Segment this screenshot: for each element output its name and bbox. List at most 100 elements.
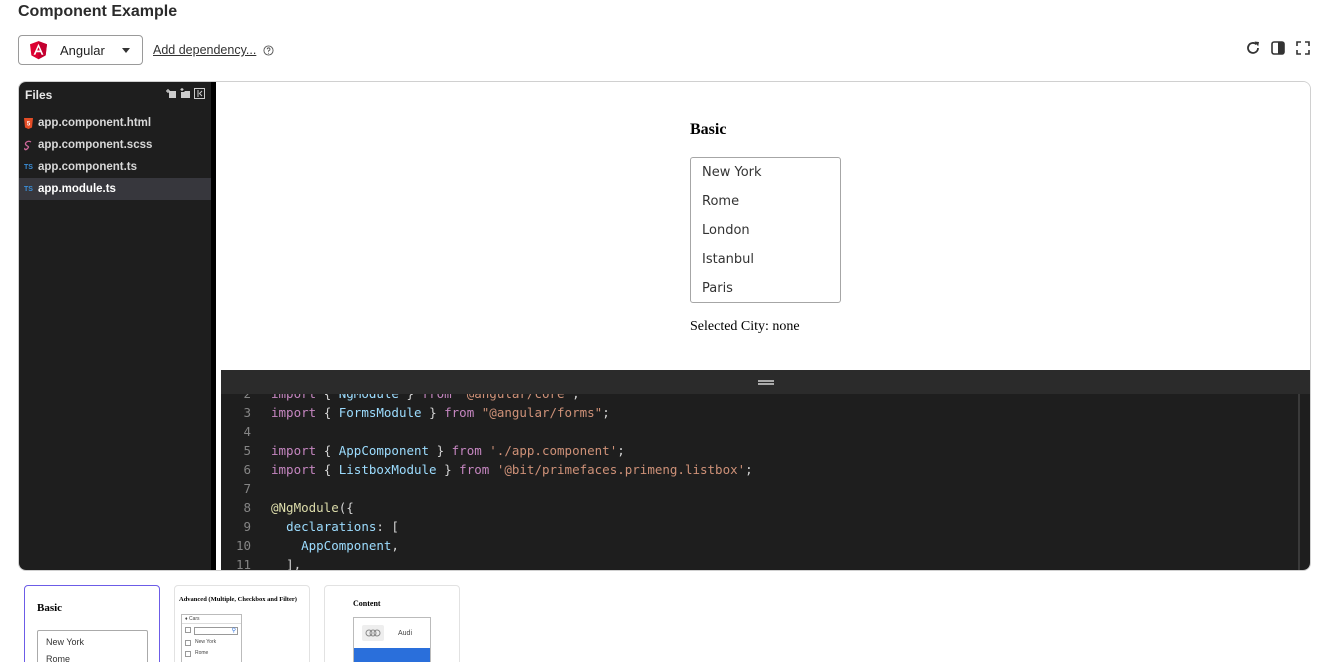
line-number: 6 (243, 462, 251, 477)
preview-title: Basic (690, 121, 727, 138)
line-number: 8 (243, 500, 251, 515)
line-content: import { AppComponent } from './app.comp… (271, 443, 625, 458)
sandbox-editor: Files 5 app.component.html app.component… (18, 81, 1311, 571)
refresh-icon[interactable] (1245, 40, 1261, 56)
file-item[interactable]: TS app.component.ts (19, 156, 211, 178)
code-line: 5 import { AppComponent } from './app.com… (221, 441, 1310, 460)
thumb-filter: ⚲ (194, 627, 238, 635)
new-folder-icon[interactable] (180, 88, 191, 99)
editor-scrollbar[interactable] (1298, 394, 1300, 570)
line-content (251, 422, 271, 441)
listbox-option[interactable]: New York (691, 161, 840, 190)
line-number: 5 (243, 443, 251, 458)
file-list: 5 app.component.html app.component.scss … (19, 112, 211, 200)
resize-handle[interactable] (221, 370, 1310, 394)
code-line: 9 declarations: [ (221, 517, 1310, 536)
example-thumb-advanced[interactable]: Advanced (Multiple, Checkbox and Filter)… (174, 585, 310, 662)
line-content: AppComponent, (301, 538, 399, 553)
code-line: 6 import { ListboxModule } from '@bit/pri… (221, 460, 1310, 479)
code-line: 3 import { FormsModule } from "@angular/f… (221, 403, 1310, 422)
line-content (251, 479, 271, 498)
example-thumb-content[interactable]: Content Audi (324, 585, 460, 662)
thumb-item: Audi (354, 618, 430, 648)
help-icon[interactable] (263, 45, 274, 56)
drag-grip-icon (757, 380, 774, 385)
sass-icon (24, 140, 32, 150)
line-content: import { ListboxModule } from '@bit/prim… (271, 462, 753, 477)
thumb-item-label: Audi (398, 629, 413, 637)
chevron-down-icon (122, 48, 130, 53)
thumb-filter-row: ⚲ (182, 624, 241, 637)
thumb-item: Rome (182, 648, 241, 659)
checkbox-icon (185, 639, 191, 646)
files-header-label: Files (25, 88, 53, 102)
thumb-item: New York (46, 637, 85, 647)
checkbox-icon (185, 650, 191, 657)
framework-label: Angular (60, 42, 105, 58)
file-name: app.component.scss (38, 139, 153, 151)
files-panel: Files 5 app.component.html app.component… (19, 82, 216, 570)
audi-logo-icon (362, 625, 384, 641)
example-thumbnails: Basic New York Rome Advanced (Multiple, … (24, 585, 460, 662)
file-item-active[interactable]: TS app.module.ts (19, 178, 211, 200)
line-number: 2 (221, 394, 251, 403)
fullscreen-icon[interactable] (1295, 40, 1311, 56)
city-listbox[interactable]: New York Rome London Istanbul Paris (690, 157, 841, 303)
listbox-option[interactable]: Istanbul (691, 248, 840, 277)
thumb-listbox: New York Rome (37, 630, 148, 662)
thumb-title: Content (353, 599, 381, 608)
angular-icon (30, 40, 47, 59)
page-title: Component Example (18, 3, 178, 20)
typescript-icon: TS (24, 185, 33, 193)
thumb-title: Advanced (Multiple, Checkbox and Filter) (179, 596, 297, 603)
thumb-group-label: Cars (188, 616, 200, 622)
line-number: 11 (235, 557, 251, 570)
line-content: @NgModule({ (271, 500, 354, 515)
listbox-option[interactable]: Rome (691, 190, 840, 219)
preview-pane: Basic New York Rome London Istanbul Pari… (221, 82, 1310, 370)
line-content: import { NgModule } from '@angular/core'… (251, 394, 580, 403)
thumb-listbox: Audi (353, 617, 431, 662)
thumb-item-label: New York (195, 639, 217, 645)
collapse-panel-icon[interactable] (194, 88, 205, 99)
line-content: import { FormsModule } from "@angular/fo… (271, 405, 610, 420)
file-name: app.component.ts (38, 161, 138, 173)
thumb-title: Basic (37, 602, 63, 614)
file-name: app.module.ts (38, 183, 116, 195)
add-dependency-link[interactable]: Add dependency... (153, 43, 256, 57)
code-line: 4 (221, 422, 1310, 441)
code-line: 7 (221, 479, 1310, 498)
thumb-group: ♦ Cars (182, 615, 241, 624)
search-icon: ⚲ (231, 628, 236, 634)
code-line: 10 AppComponent, (221, 536, 1310, 555)
file-item[interactable]: app.component.scss (19, 134, 211, 156)
thumb-item-selected (354, 648, 430, 662)
thumb-listbox: ♦ Cars ⚲ New York Rome (181, 614, 242, 662)
code-editor[interactable]: 2import { NgModule } from '@angular/core… (221, 394, 1310, 570)
line-number: 4 (243, 424, 251, 439)
code-lines: 2import { NgModule } from '@angular/core… (221, 394, 1310, 570)
line-content: ], (286, 557, 302, 570)
file-item[interactable]: 5 app.component.html (19, 112, 211, 134)
listbox-option[interactable]: Paris (691, 277, 840, 306)
thumb-item: Rome (46, 654, 71, 662)
car-icon: ♦ (185, 616, 188, 622)
html5-icon: 5 (24, 117, 33, 129)
typescript-icon: TS (24, 163, 33, 171)
line-number: 7 (243, 481, 251, 496)
code-line: 11 ], (221, 555, 1310, 570)
framework-select[interactable]: Angular (18, 35, 143, 65)
thumb-item: New York (182, 637, 241, 648)
line-number: 10 (235, 538, 251, 553)
code-line: 2import { NgModule } from '@angular/core… (221, 394, 1310, 403)
line-number: 9 (243, 519, 251, 534)
example-thumb-basic[interactable]: Basic New York Rome (24, 585, 160, 662)
checkbox-icon (185, 627, 191, 633)
thumb-item-label: Rome (195, 650, 209, 656)
line-content: declarations: [ (286, 519, 399, 534)
listbox-option[interactable]: London (691, 219, 840, 248)
split-view-icon[interactable] (1270, 40, 1286, 56)
new-file-icon[interactable] (166, 88, 177, 99)
files-header: Files (19, 82, 211, 108)
line-number: 3 (243, 405, 251, 420)
